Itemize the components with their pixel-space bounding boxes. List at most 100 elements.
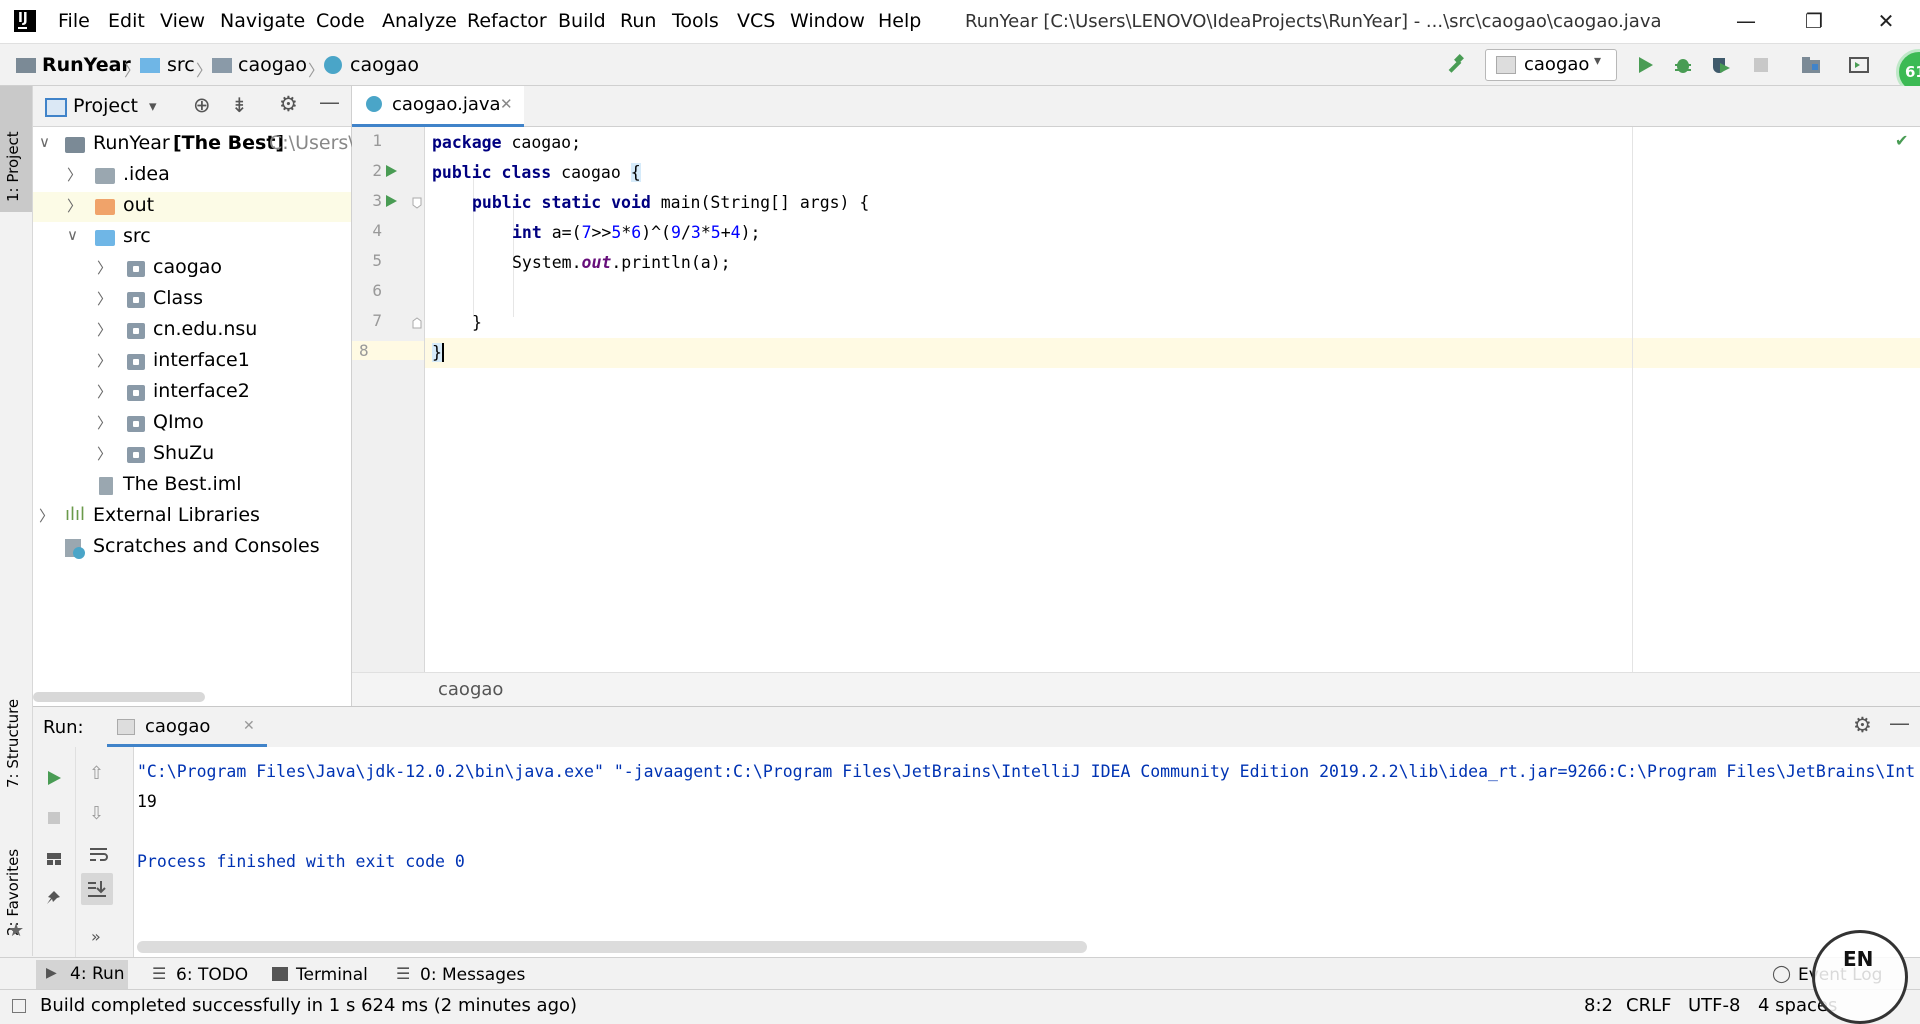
chevron-right-icon[interactable]: 〉 [97, 443, 112, 464]
run-icon[interactable] [1634, 54, 1656, 76]
tab-project[interactable]: 1: Project [4, 92, 28, 202]
chevron-right-icon[interactable]: 〉 [97, 288, 112, 309]
line-separator[interactable]: CRLF [1626, 995, 1671, 1016]
tree-row-package[interactable]: 〉 interface2 [33, 378, 351, 408]
ime-indicator[interactable]: EN [1812, 930, 1908, 1024]
breadcrumb-src[interactable]: src [167, 54, 195, 76]
tree-row-iml[interactable]: The Best.iml [33, 471, 351, 501]
tab-structure[interactable]: 7: Structure [4, 678, 28, 788]
close-tab-icon[interactable]: ✕ [500, 95, 513, 113]
hide-panel-icon[interactable]: — [319, 90, 340, 114]
gear-icon[interactable]: ⚙ [1853, 713, 1872, 737]
tree-row-src[interactable]: ∨ src [33, 223, 351, 253]
arrow-down-icon[interactable]: ⇩ [89, 803, 104, 824]
project-structure-icon[interactable] [1800, 54, 1822, 76]
menu-help[interactable]: Help [878, 10, 921, 32]
status-message[interactable]: Build completed successfully in 1 s 624 … [40, 995, 577, 1016]
chevron-right-icon[interactable]: 〉 [97, 350, 112, 371]
menu-run[interactable]: Run [620, 10, 656, 32]
chevron-down-icon[interactable]: ▾ [149, 97, 157, 115]
menu-refactor[interactable]: Refactor [467, 10, 547, 32]
menu-edit[interactable]: Edit [108, 10, 145, 32]
chevron-right-icon[interactable]: 〉 [97, 257, 112, 278]
close-button[interactable]: ✕ [1872, 8, 1900, 34]
menu-vcs[interactable]: VCS [737, 10, 775, 32]
tab-terminal[interactable]: Terminal [296, 965, 368, 985]
tree-row-out[interactable]: 〉 out [33, 192, 351, 222]
debug-icon[interactable] [1672, 54, 1694, 76]
file-encoding[interactable]: UTF-8 [1688, 995, 1740, 1016]
tree-row-libraries[interactable]: 〉 ılıl External Libraries [33, 502, 351, 532]
breadcrumb-project[interactable]: RunYear [42, 54, 131, 76]
run-gutter-icon[interactable] [384, 164, 398, 178]
tab-caogao-java[interactable]: caogao.java ✕ [352, 86, 524, 127]
stop-icon[interactable] [45, 809, 63, 827]
chevron-down-icon[interactable]: ∨ [67, 226, 78, 244]
hide-panel-icon[interactable]: — [1889, 711, 1910, 735]
editor-breadcrumb[interactable]: caogao [438, 679, 503, 700]
terminal-window-icon[interactable] [1848, 54, 1870, 76]
more-actions-icon[interactable]: » [91, 927, 101, 946]
menu-build[interactable]: Build [558, 10, 606, 32]
chevron-right-icon[interactable]: 〉 [67, 195, 82, 216]
rerun-icon[interactable] [45, 769, 63, 787]
fold-marker-icon[interactable] [412, 317, 422, 329]
menu-analyze[interactable]: Analyze [382, 10, 457, 32]
run-gutter-icon[interactable] [384, 194, 398, 208]
code-editor[interactable]: ✔ package caogao; public class caogao { … [425, 127, 1920, 672]
locate-target-icon[interactable]: ⊕ [193, 93, 211, 117]
pin-icon[interactable] [45, 889, 63, 907]
tree-row-idea[interactable]: 〉 .idea [33, 161, 351, 191]
caret-position[interactable]: 8:2 [1584, 995, 1613, 1016]
tree-row-package[interactable]: 〉 ShuZu [33, 440, 351, 470]
tree-row-scratches[interactable]: Scratches and Consoles [33, 533, 351, 563]
tool-window-bar: ▶ 4: Run ☰ 6: TODO Terminal ☰ 0: Message… [0, 957, 1920, 990]
project-pane-title[interactable]: Project [73, 95, 138, 117]
tree-row-package[interactable]: 〉 caogao [33, 254, 351, 284]
tab-run[interactable]: ▶ 4: Run [36, 960, 128, 989]
close-tab-icon[interactable]: ✕ [243, 718, 255, 734]
menu-code[interactable]: Code [316, 10, 365, 32]
tree-row-package[interactable]: 〉 interface1 [33, 347, 351, 377]
minimize-button[interactable]: — [1732, 8, 1760, 34]
tree-item-label: The Best.iml [123, 473, 242, 495]
tree-row-root[interactable]: ∨ RunYear [The Best] C:\Users\L [33, 130, 365, 160]
restore-button[interactable]: ❐ [1800, 8, 1828, 34]
fold-marker-icon[interactable] [412, 197, 422, 209]
play-icon: ▶ [46, 965, 57, 981]
intellij-app-icon[interactable]: IJ [14, 10, 36, 32]
menu-window[interactable]: Window [790, 10, 865, 32]
inspection-ok-icon[interactable]: ✔ [1895, 131, 1908, 150]
chevron-right-icon[interactable]: 〉 [39, 505, 54, 526]
console-horizontal-scrollbar[interactable] [137, 941, 1087, 953]
tree-row-package[interactable]: 〉 QImo [33, 409, 351, 439]
tree-row-package[interactable]: 〉 cn.edu.nsu [33, 316, 351, 346]
menu-view[interactable]: View [160, 10, 205, 32]
menu-tools[interactable]: Tools [672, 10, 719, 32]
toggle-tool-windows-icon[interactable] [12, 999, 26, 1013]
scroll-to-end-toggle[interactable] [81, 873, 113, 905]
chevron-right-icon[interactable]: 〉 [97, 319, 112, 340]
run-tab-caogao[interactable]: caogao ✕ [107, 707, 267, 747]
gear-icon[interactable]: ⚙ [279, 92, 298, 116]
run-config-select[interactable]: caogao ▾ [1485, 49, 1617, 81]
chevron-down-icon[interactable]: ∨ [39, 133, 50, 151]
soft-wrap-icon[interactable] [89, 845, 109, 863]
breadcrumb-package[interactable]: caogao [238, 54, 307, 76]
collapse-all-icon[interactable]: ⇟ [231, 93, 248, 117]
tab-todo[interactable]: 6: TODO [176, 965, 248, 985]
chevron-right-icon[interactable]: 〉 [97, 381, 112, 402]
breadcrumb-class[interactable]: caogao [350, 54, 419, 76]
build-hammer-icon[interactable] [1444, 54, 1466, 76]
tab-messages[interactable]: 0: Messages [420, 965, 525, 985]
chevron-right-icon[interactable]: 〉 [67, 164, 82, 185]
chevron-right-icon[interactable]: 〉 [97, 412, 112, 433]
horizontal-scrollbar[interactable] [33, 692, 205, 702]
tree-row-package[interactable]: 〉 Class [33, 285, 351, 315]
menu-file[interactable]: File [58, 10, 90, 32]
menu-navigate[interactable]: Navigate [220, 10, 305, 32]
arrow-up-icon[interactable]: ⇧ [89, 763, 104, 784]
stop-icon[interactable] [1750, 54, 1772, 76]
restore-layout-icon[interactable] [45, 849, 63, 867]
run-with-coverage-icon[interactable] [1710, 54, 1732, 76]
